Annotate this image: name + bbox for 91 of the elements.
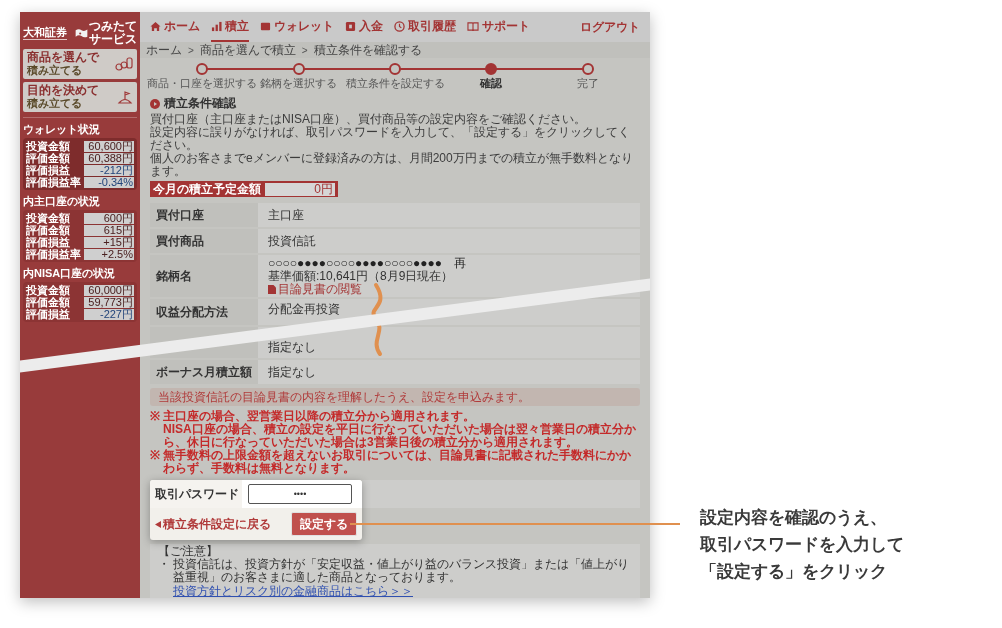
stat-value: 59,773円 (84, 296, 134, 308)
breadcrumb-separator: > (188, 43, 194, 58)
submit-button[interactable]: 設定する (291, 512, 357, 536)
clock-icon (394, 20, 405, 32)
stat-value: 600円 (84, 212, 134, 224)
book-icon (467, 20, 479, 32)
brand-logo: 大和証券 (23, 26, 67, 40)
caution-text: 投資信託は、投資方針が「安定収益・値上がり益のバランス投資」または「値上がり益重視」のお客さまに適した商品となっております。 (173, 558, 630, 584)
section-title: 内NISA口座の状況 (23, 267, 117, 279)
stat-value: 60,600円 (84, 140, 134, 152)
stat-value: +15円 (84, 236, 134, 248)
bullet-mark: ・ (158, 558, 170, 573)
caution-title: 【ご注意】 (158, 545, 219, 558)
step-label: 確認 (480, 76, 503, 90)
stat-label: 評価金額 (26, 296, 70, 308)
section-title: 内主口座の状況 (23, 195, 101, 207)
prospectus-link[interactable]: 目論見書の閲覧 (268, 282, 362, 296)
nav-tab[interactable]: ウォレット (260, 12, 334, 42)
coins-icon (115, 57, 133, 71)
field-label: 取引パスワード (155, 486, 239, 503)
fund-name: ○○○○●●●●○○○○●●●●○○○○●●●● 再 (268, 256, 467, 270)
stat-label: 投資金額 (26, 284, 70, 296)
stat-value: 60,000円 (84, 284, 134, 296)
nav-tab[interactable]: 取引履歴 (394, 12, 456, 42)
stat-value: 615円 (84, 224, 134, 236)
row-label: 買付商品 (156, 234, 204, 248)
home-icon (150, 20, 161, 32)
note-mark: ※ (150, 449, 160, 464)
notice-box: 当該投資信託の目論見書の内容を理解したうえ、設定を申込みます。 (150, 388, 640, 406)
stat-label: 投資金額 (26, 140, 70, 152)
breadcrumb-separator: > (301, 43, 308, 58)
row-value: 分配金再投資 (268, 303, 340, 316)
row-value: 指定なし (268, 341, 316, 354)
password-field[interactable]: •••• (248, 484, 352, 504)
stat-label: 評価損益 (26, 308, 70, 320)
nav-tab[interactable]: ホーム (150, 12, 200, 42)
logout-link[interactable]: ログアウト (580, 18, 640, 36)
stat-label: 評価金額 (26, 224, 70, 236)
stat-label: 評価損益率 (26, 248, 81, 260)
breadcrumb-link[interactable]: 積立条件を確認する (313, 43, 422, 57)
row-label: 銘柄名 (156, 269, 192, 283)
step-label: 積立条件を設定する (345, 76, 445, 90)
pdf-icon (268, 284, 276, 294)
deposit-icon (345, 20, 356, 32)
flag-icon (75, 27, 88, 39)
note-text: NISA口座の場合、積立の設定を平日に行なっていただいた場合は翌々営業日の積立分から、休日に行なっていただいた場合は3営業日後の積立分から適用されます。 (163, 423, 637, 449)
row-label: ボーナス月積立額 (156, 365, 252, 379)
intro-text: 個人のお客さまでeメンバーに登録済みの方は、月間200万円までの積立が無手数料となります。 (150, 152, 634, 178)
breadcrumb-link[interactable]: 商品を選んで積立 (199, 43, 296, 57)
intro-text: 設定内容に誤りがなければ、取引パスワードを入力して、「設定する」をクリックしてください。 (150, 126, 631, 152)
step-label: 完了 (576, 76, 599, 90)
annotation-text: 設定内容を確認のうえ、 取引パスワードを入力して 「設定する」をクリック (700, 507, 904, 583)
stat-value: -227円 (84, 308, 134, 320)
nav-tab[interactable]: サポート (467, 12, 530, 42)
nav-tab[interactable]: 入金 (345, 12, 383, 42)
row-label: 収益分配方法 (156, 305, 228, 319)
breadcrumb-link[interactable]: ホーム (146, 43, 182, 57)
stat-value: 60,388円 (84, 152, 134, 164)
step-label: 商品・口座を選択する (147, 76, 258, 90)
stat-value: -212円 (84, 164, 134, 176)
stat-label: 評価損益率 (26, 176, 81, 188)
amount-value: 0円 (265, 182, 335, 196)
section-title: ウォレット状況 (23, 123, 101, 135)
amount-label: 今月の積立予定金額 (153, 181, 261, 198)
stat-label: 評価損益 (26, 164, 70, 176)
note-text: 無手数料の上限金額を超えないお取引については、目論見書に記載された手数料にかかわらず、手数料は無料となります。 (163, 449, 632, 475)
bar-chart-icon (211, 20, 222, 32)
menu-button[interactable]: 目的を決めて 積み立てる (23, 82, 137, 112)
risk-link[interactable]: 投資方針とリスク別の金融商品はこちら＞＞ (173, 584, 413, 598)
flag-icon (117, 90, 133, 104)
menu-button[interactable]: 商品を選んで 積み立てる (23, 49, 137, 79)
row-value: 投資信託 (268, 234, 316, 248)
row-value: 指定なし (268, 365, 316, 379)
note-text: 主口座の場合、翌営業日以降の積立分から適用されます。 (163, 410, 476, 423)
stat-value: +2.5% (84, 248, 134, 260)
note-mark: ※ (150, 410, 160, 425)
back-link[interactable]: 積立条件設定に戻る (155, 515, 271, 533)
back-arrow-icon (155, 520, 161, 528)
row-value: 主口座 (268, 208, 304, 222)
play-icon (150, 98, 160, 109)
section-heading: 積立条件確認 (164, 96, 236, 111)
wallet-icon (260, 20, 271, 32)
step-label: 銘柄を選択する (260, 76, 338, 90)
stat-label: 評価金額 (26, 152, 70, 164)
intro-text: 買付口座（主口座またはNISA口座）、買付商品等の設定内容をご確認ください。 (150, 113, 587, 126)
stat-label: 評価損益 (26, 236, 70, 248)
row-label: 買付口座 (156, 208, 204, 222)
stat-value: -0.34% (84, 176, 134, 188)
price-text: 基準価額:10,641円（8月9日現在） (268, 269, 454, 283)
service-name: つみたて サービス (89, 20, 137, 46)
stat-label: 投資金額 (26, 212, 70, 224)
